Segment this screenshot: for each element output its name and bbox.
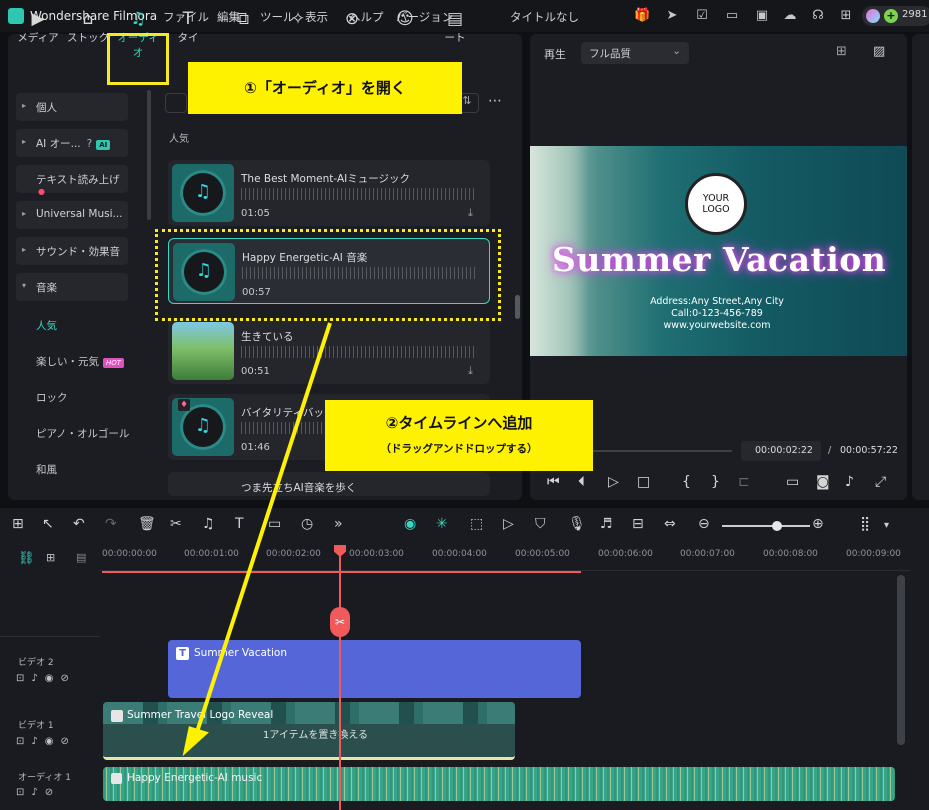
step2-title: ②タイムラインへ追加: [385, 414, 533, 432]
step2-callout: ②タイムラインへ追加 （ドラッグアンドドロップする）: [325, 400, 593, 471]
step2-subtitle: （ドラッグアンドドロップする）: [380, 443, 538, 455]
